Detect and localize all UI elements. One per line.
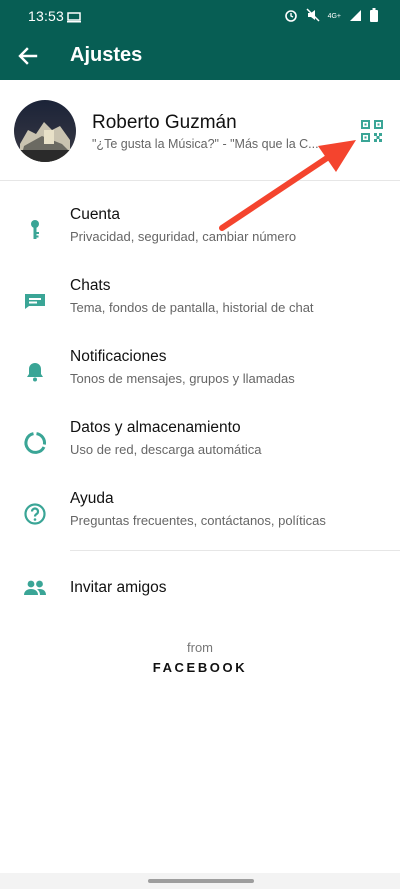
profile-name: Roberto Guzmán bbox=[92, 112, 237, 133]
arrow-back-icon[interactable] bbox=[14, 42, 42, 70]
settings-item-ayuda[interactable]: Ayuda Preguntas frecuentes, contáctanos,… bbox=[0, 483, 400, 545]
alarm-icon bbox=[284, 8, 298, 25]
settings-item-subtitle: Tonos de mensajes, grupos y llamadas bbox=[70, 371, 295, 386]
settings-item-subtitle: Tema, fondos de pantalla, historial de c… bbox=[70, 300, 314, 315]
invite-friends-row[interactable]: Invitar amigos bbox=[0, 571, 400, 605]
signal-label: 4G+ bbox=[327, 13, 341, 20]
key-icon bbox=[22, 217, 48, 243]
page-title: Ajustes bbox=[70, 44, 143, 66]
settings-item-datos[interactable]: Datos y almacenamiento Uso de red, desca… bbox=[0, 412, 400, 474]
profile-about: "¿Te gusta la Música?" - "Más que la C..… bbox=[92, 137, 319, 151]
signal-icon bbox=[349, 9, 362, 25]
screen-cast-icon bbox=[67, 10, 81, 26]
settings-item-chats[interactable]: Chats Tema, fondos de pantalla, historia… bbox=[0, 270, 400, 332]
mute-icon bbox=[306, 8, 320, 25]
settings-item-subtitle: Uso de red, descarga automática bbox=[70, 442, 262, 457]
settings-item-title: Ayuda bbox=[70, 490, 114, 507]
settings-item-title: Notificaciones bbox=[70, 348, 167, 365]
battery-icon bbox=[370, 8, 378, 25]
settings-item-subtitle: Preguntas frecuentes, contáctanos, polít… bbox=[70, 513, 326, 528]
footer-brand: FACEBOOK bbox=[152, 660, 248, 675]
settings-item-title: Cuenta bbox=[70, 206, 120, 223]
profile-divider bbox=[0, 180, 400, 181]
status-icons: 4G+ bbox=[284, 8, 378, 25]
invite-friends-label: Invitar amigos bbox=[70, 579, 167, 596]
settings-item-cuenta[interactable]: Cuenta Privacidad, seguridad, cambiar nú… bbox=[0, 199, 400, 261]
section-divider bbox=[70, 550, 400, 551]
settings-item-subtitle: Privacidad, seguridad, cambiar número bbox=[70, 229, 297, 244]
qr-code-icon[interactable] bbox=[361, 120, 383, 142]
settings-item-title: Chats bbox=[70, 277, 111, 294]
avatar[interactable] bbox=[14, 100, 76, 162]
status-bar: 13:53 4G+ bbox=[0, 0, 400, 32]
bell-icon bbox=[22, 359, 48, 385]
system-nav-bar bbox=[0, 873, 400, 889]
data-usage-icon bbox=[22, 430, 48, 456]
status-time: 13:53 bbox=[28, 8, 65, 24]
home-gesture-pill[interactable] bbox=[148, 879, 254, 883]
settings-item-notificaciones[interactable]: Notificaciones Tonos de mensajes, grupos… bbox=[0, 341, 400, 403]
help-icon bbox=[22, 501, 48, 527]
people-icon bbox=[22, 575, 48, 601]
chat-icon bbox=[22, 288, 48, 314]
footer-from: from bbox=[187, 640, 213, 655]
app-bar: Ajustes bbox=[0, 32, 400, 80]
profile-row[interactable]: Roberto Guzmán "¿Te gusta la Música?" - … bbox=[0, 86, 400, 176]
settings-item-title: Datos y almacenamiento bbox=[70, 419, 241, 436]
